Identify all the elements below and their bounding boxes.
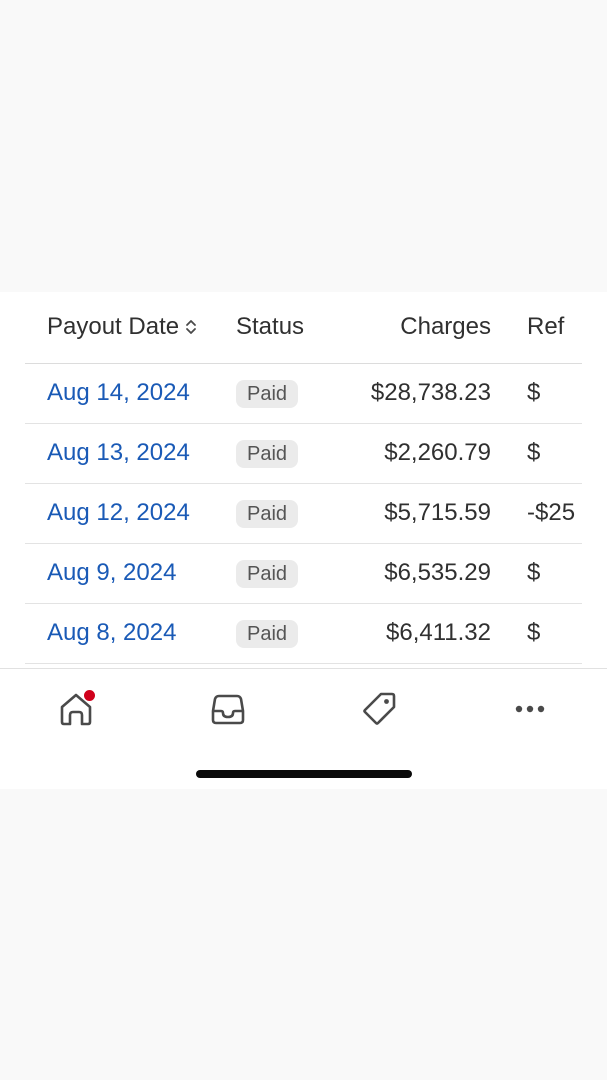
bottom-tab-bar [0,668,607,789]
status-badge: Paid [236,500,299,528]
payouts-panel: Payout Date Status Charges Ref Aug 14, 2… [0,292,607,789]
refunds-cell: $ [527,559,541,586]
table-row[interactable]: Aug 8, 2024 Paid $6,411.32 $ [25,603,582,664]
refunds-column-header: Ref [527,313,565,340]
inbox-icon [211,694,245,725]
notification-dot [83,689,96,702]
status-cell: Paid [236,438,299,468]
payout-date-link[interactable]: Aug 9, 2024 [47,558,176,588]
charges-cell: $6,411.32 [386,619,491,646]
refunds-cell: -$25 [527,499,576,526]
payout-date-link[interactable]: Aug 13, 2024 [47,438,190,468]
charges-cell: $2,260.79 [384,439,491,466]
charges-cell: $6,535.29 [384,559,491,586]
payout-date-link[interactable]: Aug 8, 2024 [47,618,176,648]
status-badge: Paid [236,620,299,648]
home-indicator[interactable] [196,770,412,778]
refunds-cell: $ [527,619,541,646]
table-header-row: Payout Date Status Charges Ref [25,292,582,364]
table-row[interactable]: Aug 9, 2024 Paid $6,535.29 $ [25,543,582,604]
status-cell: Paid [236,618,299,648]
tab-products[interactable] [349,685,409,737]
status-badge: Paid [236,380,299,408]
refunds-cell: $ [527,379,541,406]
tab-home[interactable] [46,685,106,737]
charges-column-header: Charges [400,313,491,340]
payout-date-link[interactable]: Aug 14, 2024 [47,378,190,408]
charges-cell: $5,715.59 [384,499,491,526]
tab-more[interactable] [500,685,560,737]
payout-date-header-label: Payout Date [47,313,180,340]
table-row[interactable]: Aug 14, 2024 Paid $28,738.23 $ [25,363,582,424]
status-cell: Paid [236,378,299,408]
payouts-table-viewport[interactable]: Payout Date Status Charges Ref Aug 14, 2… [25,292,582,668]
payout-date-link[interactable]: Aug 12, 2024 [47,498,190,528]
sort-icon [186,320,196,334]
tab-inbox[interactable] [198,685,258,737]
payout-date-column-header[interactable]: Payout Date [47,312,197,342]
table-row[interactable]: Aug 13, 2024 Paid $2,260.79 $ [25,423,582,484]
tag-icon [363,692,396,725]
status-badge: Paid [236,560,299,588]
status-badge: Paid [236,440,299,468]
status-cell: Paid [236,558,299,588]
table-row[interactable]: Aug 12, 2024 Paid $5,715.59 -$25 [25,483,582,544]
more-icon [515,705,545,713]
refunds-cell: $ [527,439,541,466]
status-cell: Paid [236,498,299,528]
charges-cell: $28,738.23 [370,379,491,406]
status-column-header: Status [236,313,305,340]
